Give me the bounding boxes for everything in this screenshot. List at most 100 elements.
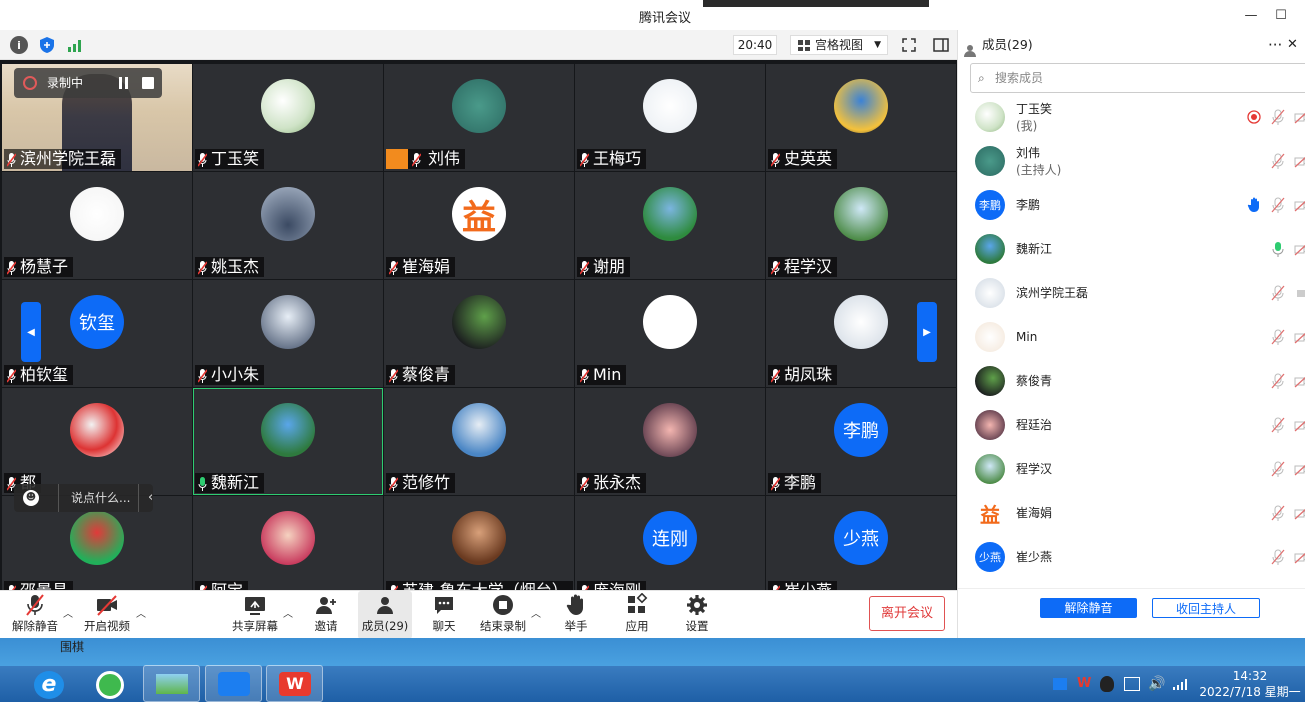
- member-row[interactable]: 丁玉笑 (我): [958, 96, 1305, 140]
- prev-page-button[interactable]: ◀: [21, 302, 41, 362]
- minimize-button[interactable]: —: [1242, 6, 1260, 24]
- share-options-chevron-icon[interactable]: ︿: [283, 605, 293, 620]
- view-mode-dropdown[interactable]: 宫格视图 ▼: [790, 35, 888, 55]
- info-icon[interactable]: i: [10, 36, 28, 54]
- member-row[interactable]: Min: [958, 316, 1305, 360]
- pause-recording-icon[interactable]: [118, 77, 130, 89]
- camera-off-icon[interactable]: [1294, 373, 1305, 389]
- camera-off-icon[interactable]: [1294, 417, 1305, 433]
- taskbar-app-wps[interactable]: W: [266, 665, 323, 702]
- video-tile[interactable]: 谢朋: [575, 172, 765, 279]
- unmute-button[interactable]: 解除静音: [10, 591, 60, 639]
- collapse-chevron-icon[interactable]: ‹: [148, 484, 153, 512]
- member-row[interactable]: 程廷治: [958, 404, 1305, 448]
- emoji-icon[interactable]: ☻: [23, 490, 39, 506]
- mic-on-icon[interactable]: [1271, 241, 1285, 257]
- video-tile[interactable]: 张永杰: [575, 388, 765, 495]
- end-recording-button[interactable]: 结束录制: [478, 591, 528, 639]
- raise-hand-button[interactable]: 举手: [556, 591, 596, 639]
- signal-strength-icon[interactable]: [66, 36, 84, 54]
- video-tile[interactable]: 阿宝: [193, 496, 383, 590]
- members-button[interactable]: 成员(29): [358, 591, 412, 639]
- share-screen-button[interactable]: 共享屏幕: [230, 591, 280, 639]
- video-tile[interactable]: 少燕崔少燕: [766, 496, 956, 590]
- fullscreen-icon[interactable]: [900, 36, 918, 54]
- unmute-all-button[interactable]: 解除静音: [1040, 598, 1137, 618]
- mic-muted-icon[interactable]: [1271, 153, 1285, 169]
- audio-options-chevron-icon[interactable]: ︿: [63, 605, 73, 620]
- taskbar-clock[interactable]: 14:32 2022/7/18 星期一: [1195, 668, 1305, 700]
- apps-button[interactable]: 应用: [616, 591, 658, 639]
- settings-button[interactable]: 设置: [676, 591, 718, 639]
- leave-meeting-button[interactable]: 离开会议: [869, 596, 945, 631]
- mic-muted-icon[interactable]: [1271, 417, 1285, 433]
- mic-muted-icon[interactable]: [1271, 197, 1285, 213]
- tray-wps-icon[interactable]: W: [1077, 676, 1091, 691]
- more-options-icon[interactable]: ···: [1268, 30, 1282, 60]
- member-row[interactable]: 益崔海娟: [958, 492, 1305, 536]
- mic-muted-icon[interactable]: [1271, 505, 1285, 521]
- member-row[interactable]: 刘伟 (主持人): [958, 140, 1305, 184]
- video-tile[interactable]: 丁玉笑: [193, 64, 383, 171]
- camera-off-icon[interactable]: [1294, 153, 1305, 169]
- camera-off-icon[interactable]: [1294, 197, 1305, 213]
- video-tile[interactable]: Min: [575, 280, 765, 387]
- video-tile[interactable]: 范修竹: [384, 388, 574, 495]
- member-row[interactable]: 滨州学院王磊: [958, 272, 1305, 316]
- mic-muted-icon[interactable]: [1271, 373, 1285, 389]
- camera-off-icon[interactable]: [1294, 109, 1305, 125]
- member-row[interactable]: 李鹏 李鹏: [958, 184, 1305, 228]
- mic-muted-icon[interactable]: [1271, 549, 1285, 565]
- taskbar-app-landscape[interactable]: [143, 665, 200, 702]
- member-row[interactable]: 少燕 崔少燕: [958, 536, 1305, 580]
- video-tile[interactable]: 魏新江: [193, 388, 383, 495]
- member-row[interactable]: 魏新江: [958, 228, 1305, 272]
- camera-off-icon[interactable]: [1294, 461, 1305, 477]
- video-tile[interactable]: 姚玉杰: [193, 172, 383, 279]
- camera-off-icon[interactable]: [1294, 329, 1305, 345]
- video-tile[interactable]: 程学汉: [766, 172, 956, 279]
- mic-muted-icon[interactable]: [1271, 329, 1285, 345]
- taskbar-app-tencent-meeting[interactable]: [205, 665, 262, 702]
- member-row[interactable]: 程学汉: [958, 448, 1305, 492]
- video-options-chevron-icon[interactable]: ︿: [136, 605, 146, 620]
- quick-chat-input[interactable]: ☻ 说点什么... ‹: [14, 484, 153, 512]
- tray-volume-icon[interactable]: 🔊: [1148, 676, 1165, 692]
- tray-signal-icon[interactable]: [1173, 679, 1187, 690]
- mic-muted-icon[interactable]: [1271, 285, 1285, 301]
- mic-muted-icon[interactable]: [1271, 109, 1285, 125]
- raised-hand-icon[interactable]: [1247, 197, 1261, 213]
- recording-status-icon[interactable]: [1247, 109, 1261, 125]
- video-tile[interactable]: 王梅巧: [575, 64, 765, 171]
- security-shield-icon[interactable]: [38, 36, 56, 54]
- tray-network-icon[interactable]: [1124, 677, 1140, 691]
- sidebar-toggle-icon[interactable]: [932, 36, 950, 54]
- ie-browser-icon[interactable]: e: [34, 671, 64, 699]
- 360-browser-icon[interactable]: [96, 671, 124, 699]
- record-options-chevron-icon[interactable]: ︿: [531, 605, 541, 620]
- video-tile[interactable]: 李鹏 李鹏: [766, 388, 956, 495]
- stop-recording-icon[interactable]: [142, 77, 154, 89]
- mic-muted-icon[interactable]: [1271, 461, 1285, 477]
- next-page-button[interactable]: ▶: [917, 302, 937, 362]
- screen-share-status-icon[interactable]: [1294, 285, 1305, 301]
- reclaim-host-button[interactable]: 收回主持人: [1152, 598, 1260, 618]
- chat-button[interactable]: 聊天: [423, 591, 465, 639]
- video-tile[interactable]: 都: [2, 388, 192, 495]
- video-tile[interactable]: 杨慧子: [2, 172, 192, 279]
- start-video-button[interactable]: 开启视频: [82, 591, 132, 639]
- camera-off-icon[interactable]: [1294, 241, 1305, 257]
- video-tile[interactable]: 益崔海娟: [384, 172, 574, 279]
- tray-qq-icon[interactable]: [1100, 676, 1114, 692]
- camera-off-icon[interactable]: [1294, 505, 1305, 521]
- video-tile[interactable]: 连刚庞海刚: [575, 496, 765, 590]
- close-icon[interactable]: ✕: [1287, 30, 1298, 60]
- video-tile[interactable]: 蔡俊青: [384, 280, 574, 387]
- invite-button[interactable]: 邀请: [305, 591, 347, 639]
- camera-off-icon[interactable]: [1294, 549, 1305, 565]
- member-row[interactable]: 蔡俊青: [958, 360, 1305, 404]
- video-tile[interactable]: 苏建-鲁东大学（烟台）: [384, 496, 574, 590]
- tray-meeting-icon[interactable]: [1053, 678, 1067, 690]
- video-tile[interactable]: 刘伟: [384, 64, 574, 171]
- video-tile[interactable]: 小小朱: [193, 280, 383, 387]
